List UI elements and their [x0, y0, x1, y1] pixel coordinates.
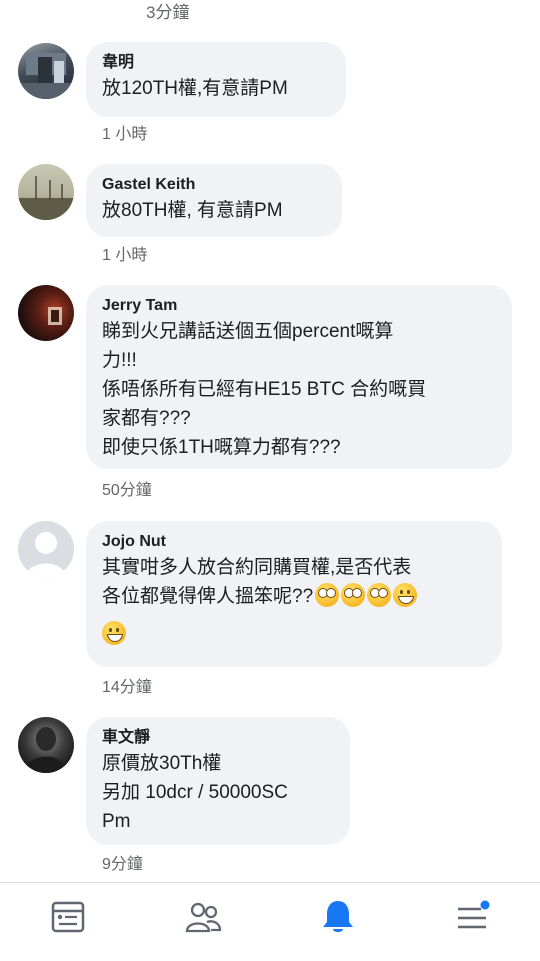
rolling-eyes-emoji-icon — [367, 583, 392, 607]
notifications-tab[interactable] — [318, 897, 358, 937]
menu-icon — [458, 900, 490, 929]
comment-bubble[interactable]: 韋明 放120TH權,有意請PM — [86, 42, 346, 117]
avatar[interactable] — [18, 521, 74, 577]
previous-comment-time: 3分鐘 — [146, 3, 190, 22]
comment-text: 原價放30Th權 另加 10dcr / 50000SC Pm — [102, 753, 288, 832]
avatar-photo — [18, 53, 74, 99]
avatar-photo — [48, 307, 62, 325]
menu-tab[interactable] — [452, 897, 492, 937]
comment-time[interactable]: 9分鐘 — [102, 850, 143, 874]
default-avatar-icon — [26, 532, 66, 577]
comment-author[interactable]: Jojo Nut — [102, 531, 486, 553]
grinning-face-emoji-icon — [102, 621, 126, 645]
comment-author[interactable]: Gastel Keith — [102, 174, 326, 196]
comment-author[interactable]: Jerry Tam — [102, 295, 496, 317]
comment-text: 睇到火兄講話送個五個percent嘅算 力!!! 係唔係所有已經有HE15 BT… — [102, 321, 427, 458]
friends-tab[interactable] — [183, 897, 223, 937]
comment-text-body: 其實咁多人放合約同購買權,是否代表 各位都覺得俾人搵笨呢?? — [102, 557, 412, 607]
friends-icon — [185, 902, 222, 933]
avatar[interactable] — [18, 164, 74, 220]
news-feed-icon — [51, 901, 85, 933]
avatar[interactable] — [18, 717, 74, 773]
notifications-icon — [323, 901, 353, 932]
comment-time[interactable]: 1 小時 — [102, 241, 147, 265]
comment-text: 放120TH權,有意請PM — [102, 78, 288, 99]
rolling-eyes-emoji-icon — [315, 583, 340, 607]
comment-bubble[interactable]: Gastel Keith 放80TH權, 有意請PM — [86, 164, 342, 237]
comment-bubble[interactable]: Jerry Tam 睇到火兄講話送個五個percent嘅算 力!!! 係唔係所有… — [86, 285, 512, 469]
avatar-photo — [24, 727, 68, 773]
comment-bubble[interactable]: 車文靜 原價放30Th權 另加 10dcr / 50000SC Pm — [86, 717, 350, 845]
comment-text: 放80TH權, 有意請PM — [102, 200, 283, 221]
comment-author[interactable]: 車文靜 — [102, 727, 334, 749]
comment-time[interactable]: 50分鐘 — [102, 476, 152, 500]
avatar-photo — [18, 176, 74, 220]
grinning-face-emoji-icon — [393, 583, 418, 607]
avatar[interactable] — [18, 43, 74, 99]
avatar[interactable] — [18, 285, 74, 341]
comment-bubble[interactable]: Jojo Nut 其實咁多人放合約同購買權,是否代表 各位都覺得俾人搵笨呢?? — [86, 521, 502, 667]
news-feed-tab[interactable] — [48, 897, 88, 937]
comment-time[interactable]: 1 小時 — [102, 120, 147, 144]
comment-author[interactable]: 韋明 — [102, 52, 330, 74]
comment-time[interactable]: 14分鐘 — [102, 673, 152, 697]
comment-text: 其實咁多人放合約同購買權,是否代表 各位都覺得俾人搵笨呢?? — [102, 553, 486, 649]
rolling-eyes-emoji-icon — [341, 583, 366, 607]
bottom-nav-bar — [0, 882, 540, 961]
